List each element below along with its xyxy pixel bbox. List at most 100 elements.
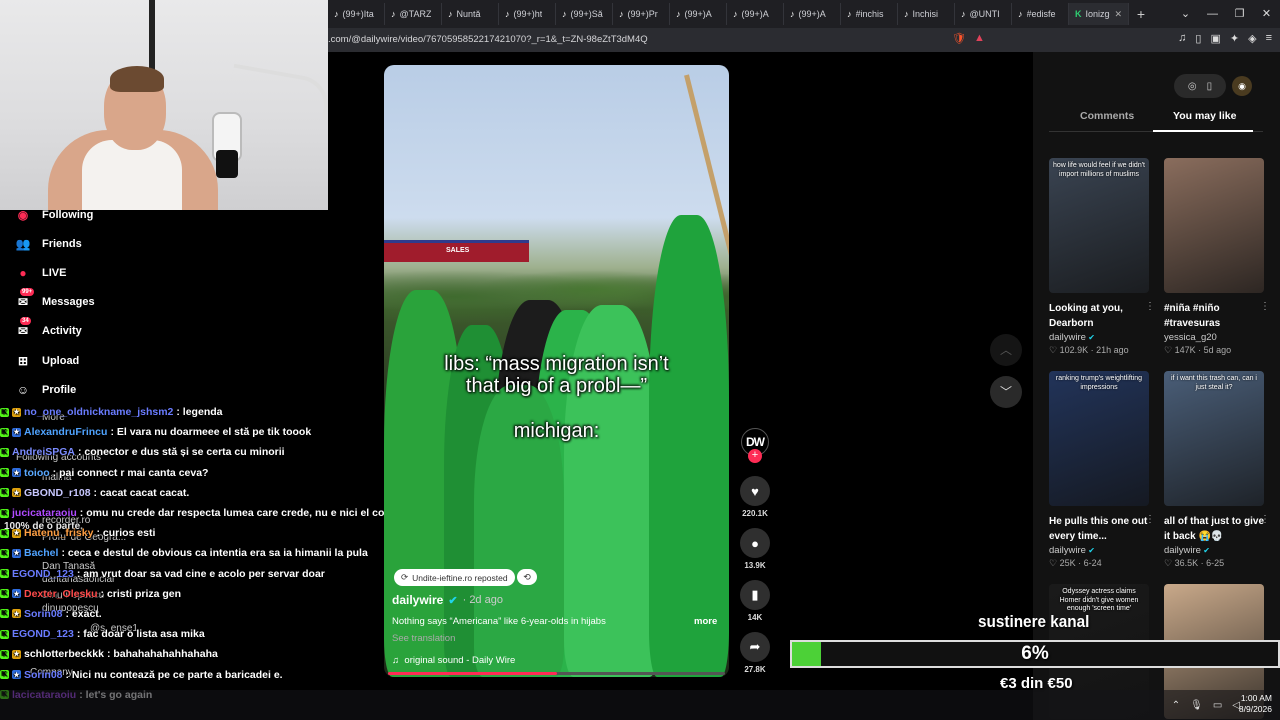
video-thumbnail[interactable]: how life would feel if we didn't import … (1049, 158, 1149, 293)
next-video-button[interactable]: ﹀ (990, 376, 1022, 408)
chat-text: : conector e dus stă și se certa cu mino… (78, 446, 285, 459)
chat-username[interactable]: AndreiSPGA (12, 446, 75, 458)
phone-icon[interactable]: ▯ (1207, 81, 1213, 92)
browser-tab-label: @TARZ (399, 9, 432, 19)
browser-tab[interactable]: ♪ (99+)A (727, 3, 784, 25)
like-button[interactable]: ♥ 220.1K (739, 476, 771, 518)
card-author[interactable]: dailywire ✔ (1049, 332, 1149, 343)
repost-label[interactable]: ⟳ Undite-ieftine.ro reposted (394, 569, 515, 586)
more-options-icon[interactable]: ⋮ (1260, 301, 1270, 312)
microphone-icon[interactable]: 🎙 (1190, 700, 1203, 711)
sidebar-item-messages[interactable]: ✉ 99+ Messages (14, 288, 95, 311)
chat-username[interactable]: Hatenu_frisky (24, 527, 93, 539)
chat-username[interactable]: no_one_oldnickname_jshsm2 (24, 406, 173, 418)
browser-tab[interactable]: ♪ @UNTI (955, 3, 1012, 25)
video-thumbnail[interactable] (1164, 158, 1264, 293)
comment-button[interactable]: ● 13.9K (739, 528, 771, 570)
card-author[interactable]: yessica_g20 (1164, 332, 1264, 343)
more-options-icon[interactable]: ⋮ (1145, 301, 1155, 312)
browser-tab[interactable]: ♪ (99+)ht (499, 3, 556, 25)
system-clock[interactable]: 1:00 AM 8/9/2026 (1239, 693, 1272, 715)
extensions-icon[interactable]: ✦ (1230, 32, 1239, 45)
tab-search-icon[interactable]: ⌄ (1172, 0, 1199, 28)
tab-you-may-like[interactable]: You may like (1173, 110, 1236, 122)
card-title[interactable]: #niña #niño #travesuras (1164, 301, 1264, 331)
video-author[interactable]: dailywire ✔ · 2d ago (392, 593, 503, 607)
video-thumbnail[interactable]: ranking trump's weightlifting impression… (1049, 371, 1149, 506)
card-author-name: yessica_g20 (1164, 332, 1217, 343)
chat-username[interactable]: schlotterbeckkk (24, 648, 104, 660)
chat-username[interactable]: Dexter_Olesku (24, 588, 98, 600)
sidebar-item-profile[interactable]: ☺ Profile (14, 381, 76, 399)
browser-tab[interactable]: ♪ #edisfe (1012, 3, 1069, 25)
card-title[interactable]: He pulls this one out every time... (1049, 514, 1149, 544)
chat-username[interactable]: Sorin08 (24, 608, 63, 620)
chevron-up-icon[interactable]: ⌃ (1172, 700, 1180, 711)
thumbnail-caption: how life would feel if we didn't import … (1053, 162, 1145, 178)
close-tab-icon[interactable]: ✕ (1114, 9, 1122, 20)
compass-icon[interactable]: ◎ (1188, 81, 1197, 92)
chat-username[interactable]: Sorin08 (24, 669, 63, 681)
more-options-icon[interactable]: ⋮ (1260, 514, 1270, 525)
chat-username[interactable]: Bachel (24, 547, 58, 559)
browser-tab[interactable]: ♪ (99+)A (784, 3, 841, 25)
description-more-button[interactable]: more (694, 616, 717, 627)
card-title[interactable]: all of that just to give it back 😭💀 (1164, 514, 1264, 544)
browser-tab-label: (99+)ht (513, 9, 543, 19)
card-author[interactable]: dailywire ✔ (1049, 545, 1149, 556)
url-field[interactable]: .com/@dailywire/video/767059585221742107… (328, 34, 648, 45)
browser-tab[interactable]: ♪ (99+)A (670, 3, 727, 25)
share-button[interactable]: ➦ 27.8K (739, 632, 771, 674)
chat-username[interactable]: jucicataraoiu (12, 507, 77, 519)
wallet-icon[interactable]: ▣ (1210, 32, 1220, 45)
previous-video-button[interactable]: ︿ (990, 334, 1022, 366)
media-icon[interactable]: ♫ (1178, 32, 1186, 45)
video-sound[interactable]: ♫ original sound - Daily Wire (392, 655, 515, 666)
maximize-button[interactable]: ❐ (1226, 0, 1253, 28)
rewards-icon[interactable]: ▲ (974, 32, 985, 45)
recommended-video-card[interactable]: how life would feel if we didn't import … (1049, 158, 1155, 356)
card-author[interactable]: dailywire ✔ (1164, 545, 1264, 556)
brave-shield-icon[interactable]: 🛡 (952, 32, 966, 45)
chat-username[interactable]: toioo (24, 467, 50, 479)
sidebar-toggle-icon[interactable]: ▯ (1195, 32, 1201, 45)
user-avatar[interactable]: ◉ (1232, 76, 1252, 96)
chat-username[interactable]: GBOND_r108 (24, 487, 91, 499)
browser-tab[interactable]: ♪ #inchis (841, 3, 898, 25)
recommended-video-card[interactable]: if i want this trash can, can i just ste… (1164, 371, 1270, 569)
new-tab-button[interactable]: + (1129, 6, 1153, 22)
tab-comments[interactable]: Comments (1080, 110, 1134, 122)
browser-tab[interactable]: ♪ (99+)Ita (328, 3, 385, 25)
kick-badge-icon: K (0, 670, 9, 680)
close-window-button[interactable]: ✕ (1253, 0, 1280, 28)
author-name[interactable]: dailywire (392, 593, 443, 607)
sidebar-item-friends[interactable]: 👥 Friends (14, 235, 82, 253)
recommended-video-card[interactable]: ranking trump's weightlifting impression… (1049, 371, 1155, 569)
video-player[interactable]: SALES libs: “mass migration isn’t that b… (384, 65, 729, 677)
menu-icon[interactable]: ≡ (1266, 32, 1272, 45)
repost-button[interactable]: ⟲ (517, 569, 537, 585)
minimize-button[interactable]: — (1199, 0, 1226, 28)
browser-tab[interactable]: ♪ (99+)Pr (613, 3, 670, 25)
sidebar-item-upload[interactable]: ⊞ Upload (14, 352, 79, 370)
more-options-icon[interactable]: ⋮ (1145, 514, 1155, 525)
video-progress-bar[interactable] (388, 672, 725, 675)
sidebar-item-activity[interactable]: ✉ 34 Activity (14, 317, 82, 340)
save-button[interactable]: ▮ 14K (739, 580, 771, 622)
browser-tab[interactable]: KIonizgo✕ (1069, 3, 1129, 25)
chat-username[interactable]: EGOND_123 (12, 628, 74, 640)
network-icon[interactable]: ▭ (1213, 700, 1222, 711)
video-thumbnail[interactable]: if i want this trash can, can i just ste… (1164, 371, 1264, 506)
follow-plus-icon[interactable]: + (748, 449, 762, 463)
see-translation-link[interactable]: See translation (392, 633, 455, 644)
recommended-video-card[interactable]: #niña #niño #travesuras ⋮ yessica_g20 ♡ 147… (1164, 158, 1270, 356)
vpn-icon[interactable]: ◈ (1248, 32, 1256, 45)
card-title[interactable]: Looking at you, Dearborn (1049, 301, 1149, 331)
sidebar-item-live[interactable]: ● LIVE (14, 264, 66, 282)
chat-username[interactable]: AlexandruFrincu (24, 426, 107, 438)
browser-tab[interactable]: ♪ @TARZ (385, 3, 442, 25)
browser-tab[interactable]: ♪ Inchisi (898, 3, 955, 25)
browser-tab[interactable]: ♪ (99+)Să (556, 3, 613, 25)
browser-tab[interactable]: ♪ Nuntă (442, 3, 499, 25)
chat-username[interactable]: EGOND_123 (12, 568, 74, 580)
